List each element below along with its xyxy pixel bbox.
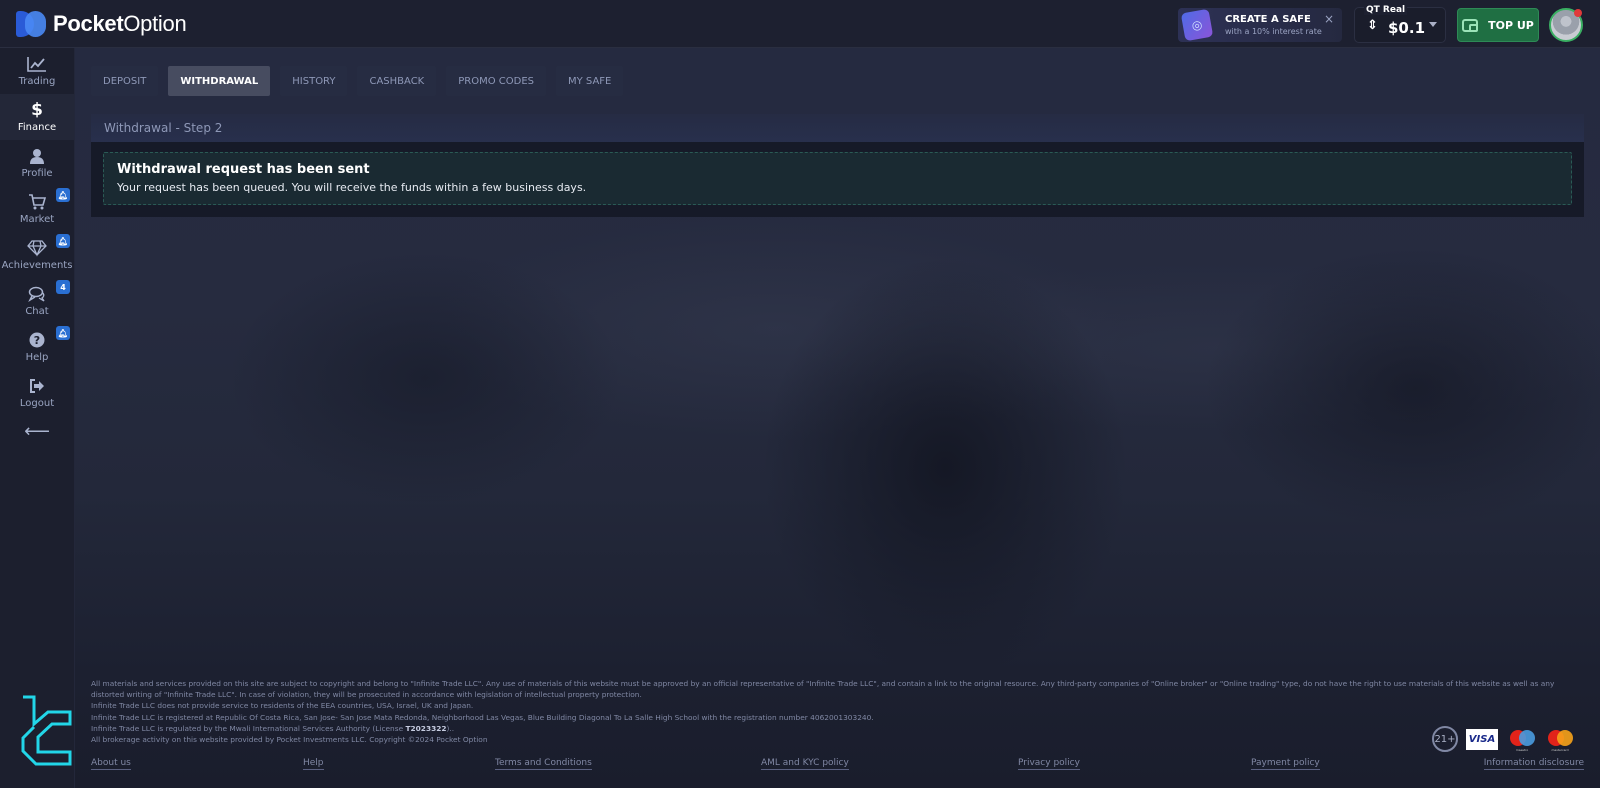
- link-about-us[interactable]: About us: [91, 758, 131, 770]
- sidebar-label: Achievements: [1, 260, 73, 271]
- tab-withdrawal[interactable]: WITHDRAWAL: [168, 66, 271, 96]
- legal-residency-notice: Infinite Trade LLC does not provide serv…: [91, 701, 474, 711]
- tab-history[interactable]: HISTORY: [280, 66, 348, 96]
- bell-icon: 🔔︎: [56, 326, 70, 340]
- sidebar-label: Finance: [17, 122, 57, 133]
- top-up-label: TOP UP: [1488, 18, 1534, 32]
- sidebar-item-finance[interactable]: $ Finance: [0, 94, 74, 140]
- link-payment-policy[interactable]: Payment policy: [1251, 758, 1320, 770]
- sidebar-label: Trading: [18, 76, 56, 87]
- mastercard-icon: mastercard: [1546, 728, 1574, 752]
- account-type-label: QT Real: [1364, 5, 1408, 15]
- top-up-button[interactable]: TOP UP: [1457, 8, 1539, 42]
- age-21-badge: 21+: [1432, 726, 1458, 752]
- legal-registration-notice: Infinite Trade LLC is registered at Repu…: [91, 712, 874, 722]
- switch-account-icon: ⇕: [1367, 18, 1378, 33]
- footer: All materials and services provided on t…: [91, 678, 1584, 770]
- cart-icon: [29, 194, 46, 210]
- bell-icon: 🔔︎: [56, 188, 70, 202]
- notification-dot: [1574, 9, 1582, 17]
- link-privacy[interactable]: Privacy policy: [1018, 758, 1080, 770]
- collapse-sidebar-arrow-icon[interactable]: ⟵: [0, 416, 74, 446]
- balance-value: $0.1: [1388, 19, 1426, 37]
- chart-line-icon: [27, 57, 46, 72]
- create-safe-promo[interactable]: ◎ CREATE A SAFE with a 10% interest rate…: [1178, 8, 1342, 42]
- sidebar-label: Logout: [19, 398, 55, 409]
- top-header: PocketOption ◎ CREATE A SAFE with a 10% …: [0, 0, 1600, 48]
- visa-icon: VISA: [1466, 728, 1498, 750]
- logo-text: PocketOption: [53, 11, 187, 36]
- sidebar-item-market[interactable]: Market 🔔︎: [0, 186, 74, 232]
- chat-icon: [28, 286, 45, 302]
- result-panel: Withdrawal request has been sent Your re…: [91, 142, 1584, 217]
- sidebar-item-achievements[interactable]: Achievements 🔔︎: [0, 232, 74, 278]
- diamond-icon: [27, 240, 47, 257]
- tab-cashback[interactable]: CASHBACK: [357, 66, 437, 96]
- footer-links: About us Help Terms and Conditions AML a…: [91, 758, 1584, 772]
- avatar[interactable]: [1549, 8, 1583, 42]
- link-help[interactable]: Help: [303, 758, 324, 770]
- finance-tabs: DEPOSIT WITHDRAWAL HISTORY CASHBACK PROM…: [91, 66, 1584, 96]
- sidebar: Trading $ Finance Profile Market 🔔︎ Achi…: [0, 48, 75, 788]
- safe-icon: ◎: [1180, 8, 1214, 42]
- close-icon[interactable]: ×: [1324, 12, 1334, 26]
- svg-text:?: ?: [34, 334, 40, 347]
- link-information-disclosure[interactable]: Information disclosure: [1483, 758, 1584, 770]
- logo-icon: [16, 11, 48, 37]
- legal-regulation-notice: Infinite Trade LLC is regulated by the M…: [91, 723, 455, 733]
- license-number[interactable]: T2023322: [405, 724, 446, 733]
- sidebar-label: Help: [25, 352, 49, 363]
- success-message-box: Withdrawal request has been sent Your re…: [103, 152, 1572, 205]
- sidebar-item-help[interactable]: ? Help 🔔︎: [0, 324, 74, 370]
- sidebar-label: Chat: [25, 306, 49, 317]
- result-message: Your request has been queued. You will r…: [117, 181, 587, 194]
- chevron-down-icon: [1429, 22, 1437, 27]
- payment-badges: 21+ VISA maestro mastercard: [1432, 726, 1584, 752]
- result-title: Withdrawal request has been sent: [117, 162, 370, 177]
- tab-deposit[interactable]: DEPOSIT: [91, 66, 159, 96]
- tab-my-safe[interactable]: MY SAFE: [556, 66, 624, 96]
- question-icon: ?: [29, 332, 45, 348]
- promo-title: CREATE A SAFE: [1225, 14, 1311, 25]
- sidebar-item-trading[interactable]: Trading: [0, 48, 74, 94]
- user-icon: [30, 149, 44, 164]
- sidebar-item-logout[interactable]: Logout: [0, 370, 74, 416]
- step-title: Withdrawal - Step 2: [91, 114, 1584, 142]
- sidebar-item-chat[interactable]: Chat 4: [0, 278, 74, 324]
- wallet-icon: [1462, 18, 1479, 32]
- chat-count-badge: 4: [56, 280, 70, 294]
- logo[interactable]: PocketOption: [16, 11, 187, 37]
- legal-text: All materials and services provided on t…: [91, 678, 1584, 745]
- sidebar-label: Profile: [21, 168, 53, 179]
- sidebar-item-profile[interactable]: Profile: [0, 140, 74, 186]
- account-balance-selector[interactable]: QT Real ⇕ $0.1: [1354, 5, 1446, 43]
- promo-subtitle: with a 10% interest rate: [1225, 27, 1322, 36]
- link-terms[interactable]: Terms and Conditions: [495, 758, 592, 770]
- finance-main: DEPOSIT WITHDRAWAL HISTORY CASHBACK PROM…: [91, 48, 1584, 217]
- logout-icon: [30, 379, 44, 393]
- maestro-icon: maestro: [1508, 728, 1536, 752]
- sidebar-label: Market: [19, 214, 55, 225]
- brand-watermark-logo: [21, 695, 72, 766]
- link-aml-kyc[interactable]: AML and KYC policy: [761, 758, 849, 770]
- tab-promo-codes[interactable]: PROMO CODES: [446, 66, 546, 96]
- legal-copyright-notice: All materials and services provided on t…: [91, 679, 1555, 700]
- bell-icon: 🔔︎: [56, 234, 70, 248]
- legal-brokerage-notice: All brokerage activity on this website p…: [91, 735, 488, 745]
- dollar-icon: $: [31, 100, 43, 120]
